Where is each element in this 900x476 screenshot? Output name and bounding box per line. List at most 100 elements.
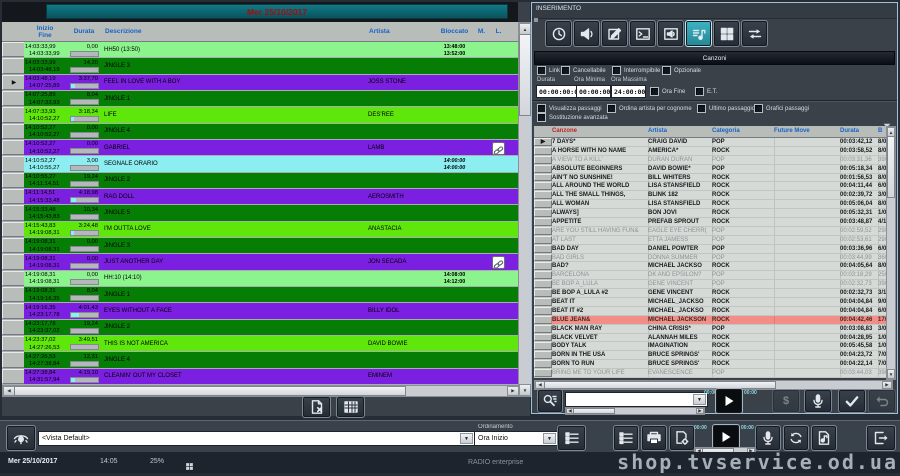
playlist-hscrollbar[interactable]: ◀ ▶ [2, 385, 520, 397]
col-m[interactable]: M. [473, 22, 491, 42]
playlist-row[interactable]: 14:15:33,48 14:15:43,83 10,34 JINGLE 5 [2, 205, 518, 222]
song-row[interactable]: BEAT IT #2 MICHAEL_JACKSO ROCK 00:04:04,84 6… [534, 306, 891, 316]
playlist-button[interactable] [613, 425, 639, 451]
song-row[interactable]: BLACK MAN RAY CHINA CRISIS* POP 00:03:08,83… [534, 324, 891, 334]
song-row[interactable]: BORN TO RUN BRUCE SPRINGS' ROCK 00:04:22,14… [534, 360, 891, 370]
songs-button[interactable] [685, 20, 712, 47]
checkbox-ultimo-passaggio[interactable]: Ultimo passaggio [697, 104, 755, 113]
grid-view-button[interactable] [336, 396, 365, 418]
announce-button[interactable] [573, 20, 600, 47]
playlist-row[interactable]: 14:07:33,93 14:10:52,27 3:18,34 LIFE DES'REE [2, 107, 518, 124]
checkbox-sostituzione-avanzata[interactable]: Sostituzione avanzata [537, 113, 608, 122]
col-inizio-fine[interactable]: Inizio Fine [24, 22, 67, 42]
song-row[interactable]: ALL THE SMALL THINGS, BLINK 182 ROCK 00:02:… [534, 191, 891, 201]
col-categoria[interactable]: Categoria [710, 126, 775, 138]
col-durata[interactable]: Durata [66, 22, 103, 42]
song-row[interactable]: BEAT IT MICHAEL_JACKSO ROCK 00:04:04,84 9/0 [534, 298, 891, 307]
row-selector[interactable] [2, 188, 26, 205]
song-row[interactable]: BAD? MICHAEL JACKSO ROCK 00:04:05,64 8/0 [534, 262, 891, 272]
playlist-row[interactable]: 14:19:08,31 14:19:08,31 0,00 HH:10 (14:10) 1… [2, 270, 518, 287]
row-selector[interactable] [2, 58, 26, 74]
scroll-down-arrow[interactable]: ▼ [519, 384, 531, 396]
song-row[interactable]: BRING ME TO YOUR LIFE EVANESCENCE POP 00:03… [534, 369, 891, 379]
grid-button[interactable] [713, 20, 740, 47]
report-settings-button[interactable] [669, 425, 695, 451]
song-row[interactable]: APPETITE PREFAB SPROUT ROCK 00:03:48,87 4/1 [534, 218, 891, 227]
chevron-down-icon[interactable]: ▼ [460, 433, 473, 444]
vista-combo[interactable]: <Vista Default> ▼ [38, 431, 475, 446]
playlist-row[interactable]: 14:10:52,27 14:10:52,27 0,00 JINGLE 4 [2, 123, 518, 140]
row-selector[interactable] [2, 368, 26, 384]
clear-list-button[interactable] [302, 396, 331, 418]
col-l[interactable]: L. [490, 22, 508, 42]
row-selector[interactable] [2, 286, 26, 303]
checkbox-opzionale[interactable]: Opzionale [662, 66, 701, 75]
song-row[interactable]: ALWAYS] BON JOVI ROCK 00:05:32,31 1/0 [534, 209, 891, 219]
playlist-row[interactable]: ▶ 14:03:48,19 14:07:25,89 3:37,70 FEEL IN LO… [2, 74, 518, 91]
grip-handle[interactable] [534, 18, 538, 22]
song-row[interactable]: ALL WOMAN LISA STANSFIELD ROCK 00:05:06,04 8… [534, 200, 891, 210]
playlist-row[interactable]: 14:23:37,02 14:27:26,53 3:49,51 THIS IS NOT… [2, 335, 518, 353]
song-row[interactable]: ALL AROUND THE WORLD LISA STANSFIELD ROCK 0… [534, 182, 891, 192]
exit-button[interactable] [866, 425, 896, 451]
preview-play-button[interactable] [715, 388, 743, 414]
confirm-button[interactable] [838, 389, 866, 413]
edit-button[interactable] [601, 20, 628, 47]
playlist-row[interactable]: 14:27:26,53 14:27:38,84 12,31 JINGLE 4 [2, 352, 518, 369]
row-selector[interactable] [2, 221, 26, 237]
scroll-thumb[interactable] [573, 408, 615, 414]
scroll-thumb[interactable] [14, 386, 406, 396]
scroll-thumb[interactable] [887, 136, 895, 198]
col-artista[interactable]: Artista [366, 22, 440, 42]
row-selector[interactable] [2, 237, 26, 254]
doc-note-button[interactable] [811, 425, 837, 451]
song-row[interactable]: BORN IN THE USA BRUCE SPRINGS' ROCK 00:04:2… [534, 351, 891, 361]
search-button[interactable] [537, 389, 563, 413]
transfer-button[interactable] [741, 20, 768, 47]
refresh-button[interactable] [783, 425, 809, 451]
song-row[interactable]: BARCELONA DK AND EPSILON? POP 00:03:18,29 25… [534, 271, 891, 281]
song-search-combo[interactable]: ▼ [565, 392, 708, 407]
chevron-down-icon[interactable]: ▼ [543, 433, 556, 444]
playlist-row[interactable]: 14:03:33,99 14:03:33,99 0,00 HH50 (13:50) 13… [2, 42, 518, 59]
jingle-money-button[interactable]: $ [772, 389, 800, 413]
song-row[interactable]: BAD DAY DANIEL POWTER POP 00:03:36,96 6/0 [534, 244, 891, 254]
row-selector[interactable]: ▶ [2, 74, 26, 90]
row-selector[interactable] [2, 107, 26, 123]
checkbox-visualizza-passaggi[interactable]: Visualizza passaggi [537, 104, 602, 113]
row-selector[interactable] [2, 205, 26, 221]
playlist-row[interactable]: 14:10:52,27 14:10:52,27 0,00 GABRIEL LAMB [2, 139, 518, 157]
song-row[interactable]: BE BOP A_LULA #2 GENE VINCENT ROCK 00:02:32… [534, 289, 891, 299]
row-selector[interactable] [2, 254, 26, 270]
checkbox-grafici-passaggi[interactable]: Grafici passaggi [754, 104, 809, 113]
row-selector[interactable] [2, 123, 26, 139]
col-future-move[interactable]: Future Move [772, 126, 841, 138]
row-selector[interactable] [2, 156, 26, 172]
checkbox-cancellabile[interactable]: Cancellabile [561, 66, 606, 75]
scroll-thumb[interactable] [519, 34, 531, 116]
playlist-row[interactable]: 14:19:16,35 14:23:17,78 4:01,43 EYES WITHOU… [2, 303, 518, 320]
col-canzone[interactable]: Canzone [550, 126, 649, 138]
print-button[interactable] [641, 425, 667, 451]
song-row[interactable]: A VIEW TO A KILL' DURAN DURAN POP 00:03:31,… [534, 155, 891, 165]
row-selector[interactable] [2, 139, 26, 156]
playlist-row[interactable]: 14:03:33,99 14:03:48,19 14,20 JINGLE 3 [2, 58, 518, 75]
checkbox-et[interactable]: E.T. [695, 87, 717, 96]
playlist-row[interactable]: 14:15:43,83 14:19:08,31 3:24,48 I'M OUTTA L… [2, 221, 518, 238]
col-descrizione[interactable]: Descrizione [102, 22, 370, 42]
ora-minima-field[interactable]: 00:00:00 [576, 85, 611, 98]
playlist-edit-button[interactable] [557, 425, 586, 451]
row-selector[interactable] [2, 335, 26, 352]
playlist-row[interactable]: 14:07:25,89 14:07:33,93 8,04 JINGLE 1 [2, 90, 518, 108]
preview-scrollbar[interactable]: ◀ ▶ [565, 407, 705, 415]
songs-vscrollbar[interactable]: ▲ ▼ [886, 126, 896, 380]
col-artista[interactable]: Artista [646, 126, 713, 138]
playlist-row[interactable]: 14:23:17,78 14:23:37,02 19,24 JINGLE 2 [2, 319, 518, 336]
row-selector[interactable] [2, 42, 26, 58]
row-selector[interactable] [2, 172, 26, 188]
scroll-right-arrow[interactable]: ▶ [696, 408, 704, 414]
song-row[interactable]: A HORSE WITH NO NAME AMERICA* ROCK 00:03:58… [534, 146, 891, 156]
durata-field[interactable]: 00:00:00:00 [536, 85, 582, 98]
scroll-right-arrow[interactable]: ▶ [507, 386, 519, 396]
playlist-vscrollbar[interactable]: ▲ ▼ [518, 22, 532, 397]
